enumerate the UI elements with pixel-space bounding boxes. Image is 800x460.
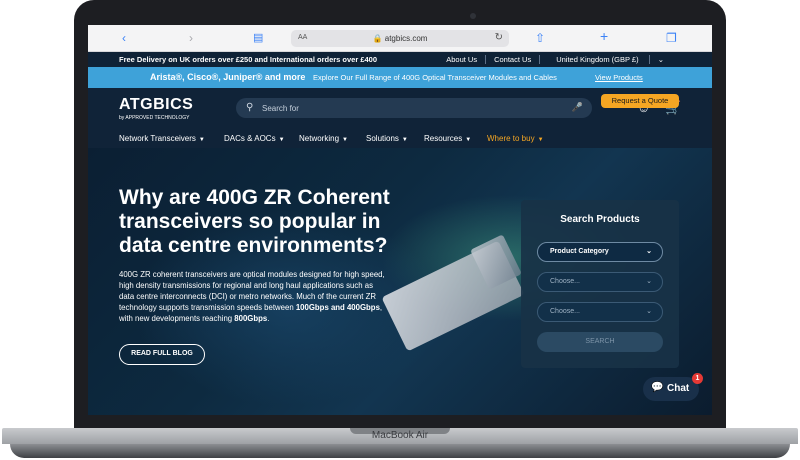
desc-bold-1: 100Gbps and 400Gbps — [295, 303, 380, 312]
base-bottom — [10, 444, 790, 458]
desc-part-3: . — [267, 314, 270, 323]
panel-title: Search Products — [560, 214, 640, 225]
chevron-down-icon: ▼ — [401, 137, 408, 143]
promo-text: Explore Our Full Range of 400G Optical T… — [313, 73, 557, 82]
about-us-link[interactable]: About Us — [438, 55, 485, 64]
announcement-bar: Free Delivery on UK orders over £250 and… — [88, 52, 712, 67]
chevron-down-icon: ⌄ — [646, 308, 652, 315]
delivery-message: Free Delivery on UK orders over £250 and… — [119, 55, 378, 64]
hero-banner: Why are 400G ZR Coherent transceivers so… — [88, 148, 712, 415]
book-icon[interactable]: ▤ — [253, 31, 263, 45]
nav-label: Resources — [424, 134, 463, 143]
filter-select-3[interactable]: Choose... ⌄ — [537, 302, 663, 322]
nav-label: DACs & AOCs — [224, 134, 276, 143]
nav-label: Network Transceivers — [119, 134, 196, 143]
logo-wordmark: ATGBICS — [119, 96, 194, 113]
promo-brands: Arista®, Cisco®, Juniper® and more — [150, 72, 306, 82]
country-label: United Kingdom (GBP £) — [556, 55, 639, 64]
chevron-down-icon: ▼ — [198, 137, 205, 143]
search-input[interactable] — [262, 101, 562, 115]
chevron-down-icon: ▼ — [537, 137, 544, 143]
device-model-label: MacBook Air — [371, 430, 429, 441]
desc-bold-2: 800Gbps — [234, 314, 268, 323]
search-icon: ⚲ — [246, 102, 254, 113]
chevron-down-icon: ⌄ — [646, 278, 652, 285]
chat-label: Chat — [667, 383, 690, 394]
chat-button[interactable]: 💬 Chat 1 — [643, 373, 703, 401]
forward-icon[interactable]: › — [189, 31, 193, 45]
product-category-select[interactable]: Product Category ⌄ — [537, 242, 663, 262]
camera-icon — [470, 13, 476, 19]
nav-label: Where to buy — [487, 134, 535, 143]
reload-icon[interactable]: ↻ — [495, 32, 503, 43]
filter-select-2[interactable]: Choose... ⌄ — [537, 272, 663, 292]
search-products-panel: Search Products Product Category ⌄ Choos… — [521, 200, 679, 368]
top-links: About Us Contact Us United Kingdom (GBP … — [438, 55, 680, 64]
search-button[interactable]: SEARCH — [537, 332, 663, 352]
nav-solutions[interactable]: Solutions ▼ — [366, 134, 408, 143]
new-tab-icon[interactable]: + — [600, 29, 608, 43]
tabs-icon[interactable]: ❐ — [666, 31, 677, 45]
lock-icon: 🔒 — [372, 34, 383, 43]
request-quote-button[interactable]: Request a Quote — [601, 94, 679, 108]
back-icon[interactable]: ‹ — [122, 31, 126, 45]
nav-dacs-aocs[interactable]: DACs & AOCs ▼ — [224, 134, 285, 143]
nav-networking[interactable]: Networking ▼ — [299, 134, 348, 143]
chevron-down-icon: ▼ — [278, 137, 285, 143]
chat-notification-badge: 1 — [692, 373, 703, 384]
chevron-down-icon: ▼ — [342, 137, 348, 143]
browser-toolbar: ‹ › ▤ AA 🔒 atgbics.com ↻ ⇧ + ❐ — [88, 25, 712, 52]
promo-bar: Arista®, Cisco®, Juniper® and more Explo… — [88, 67, 712, 88]
share-icon[interactable]: ⇧ — [535, 31, 545, 45]
search-bar: ⚲ 🎤 — [236, 98, 592, 118]
screen: ‹ › ▤ AA 🔒 atgbics.com ↻ ⇧ + ❐ Free Deli… — [88, 25, 712, 415]
contact-us-link[interactable]: Contact Us — [485, 55, 539, 64]
address-bar[interactable]: AA 🔒 atgbics.com ↻ — [291, 30, 509, 47]
url-label: atgbics.com — [384, 34, 428, 43]
chevron-down-icon: ▼ — [465, 137, 472, 143]
site-logo[interactable]: ATGBICS by APPROVED TECHNOLOGY — [119, 96, 193, 121]
hero-description: 400G ZR coherent transceivers are optica… — [119, 269, 387, 324]
chevron-down-icon: ⌄ — [646, 248, 652, 255]
select-label: Choose... — [550, 278, 580, 285]
nav-label: Solutions — [366, 134, 399, 143]
chevron-down-icon: ⌄ — [648, 55, 672, 64]
select-label: Product Category — [550, 248, 609, 255]
hero-title: Why are 400G ZR Coherent transceivers so… — [119, 186, 390, 257]
logo-subtitle: by APPROVED TECHNOLOGY — [119, 115, 190, 121]
read-full-blog-button[interactable]: READ FULL BLOG — [119, 344, 205, 365]
nav-resources[interactable]: Resources ▼ — [424, 134, 471, 143]
chat-bubble-icon: 💬 — [651, 382, 664, 393]
microphone-icon[interactable]: 🎤 — [572, 102, 583, 113]
view-products-link[interactable]: View Products — [595, 73, 643, 82]
url-text: 🔒 atgbics.com — [291, 34, 509, 43]
main-nav: Network Transceivers ▼ DACs & AOCs ▼ Netwo… — [119, 132, 689, 146]
select-label: Choose... — [550, 308, 580, 315]
country-selector[interactable]: United Kingdom (GBP £) ⌄ — [539, 55, 680, 64]
nav-network-transceivers[interactable]: Network Transceivers ▼ — [119, 134, 205, 143]
nav-label: Networking — [299, 134, 340, 143]
nav-where-to-buy[interactable]: Where to buy ▼ — [487, 134, 544, 143]
laptop-frame: ‹ › ▤ AA 🔒 atgbics.com ↻ ⇧ + ❐ Free Deli… — [0, 0, 800, 460]
